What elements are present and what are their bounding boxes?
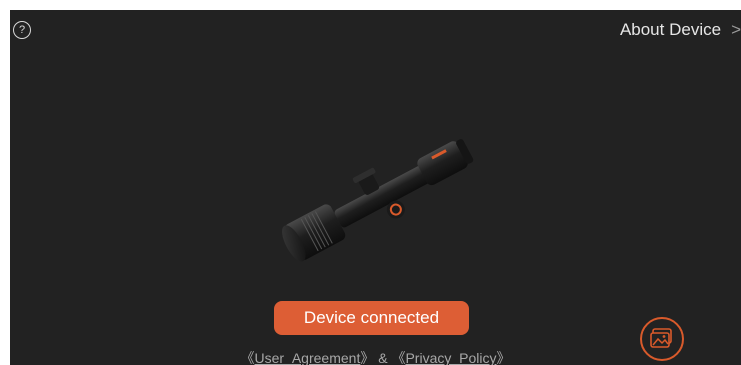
legal-links: 《User_Agreement》 & 《Privacy_Policy》 bbox=[10, 348, 741, 365]
bracket-close: 》 bbox=[496, 350, 511, 365]
bracket-open: 《 bbox=[391, 350, 406, 365]
privacy-policy-link[interactable]: Privacy_Policy bbox=[405, 350, 496, 365]
bracket-close: 》 bbox=[360, 350, 375, 365]
device-connected-button[interactable]: Device connected bbox=[274, 301, 469, 335]
bracket-open: 《 bbox=[240, 350, 255, 365]
gallery-button[interactable] bbox=[640, 317, 684, 361]
links-separator: & bbox=[374, 350, 392, 365]
image-gallery-icon bbox=[650, 328, 672, 348]
chevron-right-icon: > bbox=[731, 20, 741, 39]
about-device-link[interactable]: About Device > bbox=[620, 20, 741, 40]
app-screen: ? About Device > Device connected 《User_… bbox=[10, 10, 741, 365]
help-icon[interactable]: ? bbox=[13, 21, 31, 39]
device-scope-image bbox=[282, 139, 474, 262]
about-device-label: About Device bbox=[619, 20, 722, 39]
user-agreement-link[interactable]: User_Agreement bbox=[255, 350, 361, 365]
